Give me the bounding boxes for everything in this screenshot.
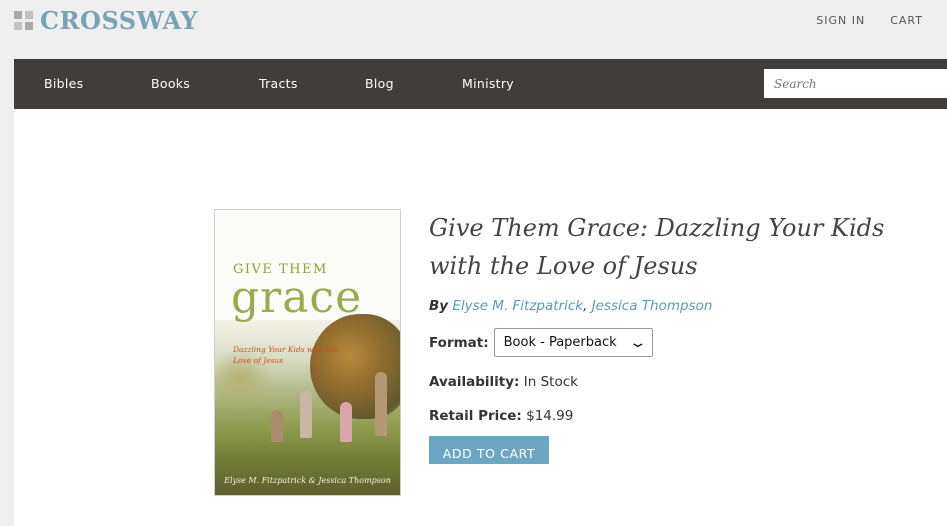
chevron-down-icon: ⌄ <box>628 334 648 351</box>
nav-item-books[interactable]: Books <box>151 76 190 91</box>
author-link-2[interactable]: Jessica Thompson <box>592 298 713 314</box>
product-title: Give Them Grace: Dazzling Your Kids with… <box>429 214 885 280</box>
logo-mark-icon <box>14 11 33 30</box>
format-label: Format: <box>429 334 489 351</box>
search-input[interactable] <box>764 69 947 98</box>
add-to-cart-button[interactable]: ADD TO CART <box>429 436 549 464</box>
format-select[interactable]: Book - Paperback ⌄ <box>493 328 653 357</box>
site-header: CROSSWAY SIGN IN CART <box>0 0 947 58</box>
nav-item-tracts[interactable]: Tracts <box>259 76 298 91</box>
nav-item-blog[interactable]: Blog <box>365 76 394 91</box>
cart-link[interactable]: CART <box>890 14 923 27</box>
book-cover-image: GIVE THEM grace Dazzling Your Kids with … <box>214 209 401 496</box>
author-link-1[interactable]: Elyse M. Fitzpatrick <box>452 298 583 314</box>
nav-item-ministry[interactable]: Ministry <box>462 76 514 91</box>
availability-value: In Stock <box>523 374 578 390</box>
format-value: Book - Paperback <box>503 335 617 350</box>
availability-label: Availability: <box>429 374 520 390</box>
main-nav: Bibles Books Tracts Blog Ministry <box>14 59 947 109</box>
byline: By Elyse M. Fitzpatrick, Jessica Thompso… <box>429 298 712 314</box>
nav-item-bibles[interactable]: Bibles <box>44 76 83 91</box>
author-separator: , <box>583 298 588 314</box>
cover-title-big: grace <box>231 272 363 323</box>
format-row: Format: Book - Paperback ⌄ <box>429 328 653 357</box>
price-label: Retail Price: <box>429 408 522 424</box>
by-label: By <box>429 298 449 314</box>
price-value: $14.99 <box>526 408 574 424</box>
availability: Availability: In Stock <box>429 374 578 390</box>
product-content: GIVE THEM grace Dazzling Your Kids with … <box>14 109 947 526</box>
cover-authors: Elyse M. Fitzpatrick & Jessica Thompson <box>224 476 391 485</box>
logo-text: CROSSWAY <box>40 6 199 35</box>
retail-price: Retail Price: $14.99 <box>429 408 573 424</box>
utility-links: SIGN IN CART <box>816 14 923 27</box>
cover-subtitle: Dazzling Your Kids with the Love of Jesu… <box>233 345 339 365</box>
sign-in-link[interactable]: SIGN IN <box>816 14 865 27</box>
crossway-logo[interactable]: CROSSWAY <box>14 6 198 35</box>
